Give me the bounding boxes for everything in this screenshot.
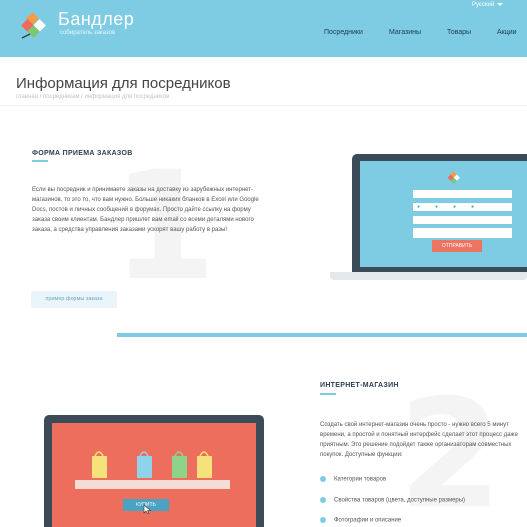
yellow-bag-icon: [92, 451, 107, 478]
nav-item-intermediaries[interactable]: Посредники: [324, 29, 363, 36]
section-description: Создать свой интернет-магазин очень прос…: [320, 422, 518, 458]
brand-name[interactable]: Бандлер: [58, 9, 134, 30]
bullet-icon: [320, 476, 326, 482]
bullet-icon: [320, 497, 326, 503]
nav-item-shops[interactable]: Магазины: [389, 29, 421, 36]
page-title: Информация для посредников: [16, 75, 231, 92]
form-field-placeholder: [413, 216, 512, 224]
pointer-cursor-icon: [143, 504, 152, 515]
heading-underline: [32, 160, 48, 162]
section-divider: [117, 333, 527, 337]
laptop-base: [330, 272, 527, 280]
nav-item-promotions[interactable]: Акции: [497, 29, 517, 36]
brand-tagline: собиратель заказов: [60, 30, 116, 36]
yellow-bag-icon: [197, 451, 212, 478]
form-field-placeholder: [413, 228, 512, 238]
section-description: Если вы посредник и принимаете заказы на…: [32, 187, 259, 233]
form-submit-illustration: ОТПРАВИТЬ: [432, 240, 482, 252]
radio-dots-icon: ●●●●: [417, 204, 490, 210]
shelf-illustration: [75, 480, 230, 489]
section-heading: ФОРМА ПРИЕМА ЗАКАЗОВ: [32, 150, 133, 157]
nav-item-products[interactable]: Товары: [447, 29, 471, 36]
shopping-bags-illustration: [92, 451, 212, 478]
language-label: Русский: [472, 2, 495, 8]
breadcrumb[interactable]: главная / посредникам / информация для п…: [16, 94, 169, 100]
form-field-placeholder: [413, 190, 512, 198]
divider: [0, 105, 527, 106]
green-bag-icon: [172, 451, 187, 478]
feature-item: Фотографии и описание: [320, 517, 401, 524]
feature-label: Категории товаров: [334, 476, 387, 483]
order-form-example-button[interactable]: пример формы заказа: [31, 291, 117, 308]
heading-underline: [320, 393, 336, 395]
feature-item: Свойства товаров (цвета, доступные разме…: [320, 497, 465, 504]
blue-bag-icon: [137, 451, 152, 478]
bullet-icon: [320, 517, 326, 523]
site-header: Бандлер собиратель заказов Русский Посре…: [0, 0, 527, 57]
diamond-logo-icon[interactable]: [20, 10, 52, 42]
section-heading: ИНТЕРНЕТ-МАГАЗИН: [320, 382, 399, 389]
feature-label: Фотографии и описание: [334, 517, 402, 524]
feature-item: Категории товаров: [320, 476, 386, 483]
language-selector[interactable]: Русский: [472, 2, 504, 8]
diamond-logo-icon: [447, 171, 460, 184]
feature-label: Свойства товаров (цвета, доступные разме…: [334, 497, 466, 504]
chevron-down-icon: [497, 2, 504, 6]
form-field-placeholder: ●●●●: [413, 203, 512, 211]
